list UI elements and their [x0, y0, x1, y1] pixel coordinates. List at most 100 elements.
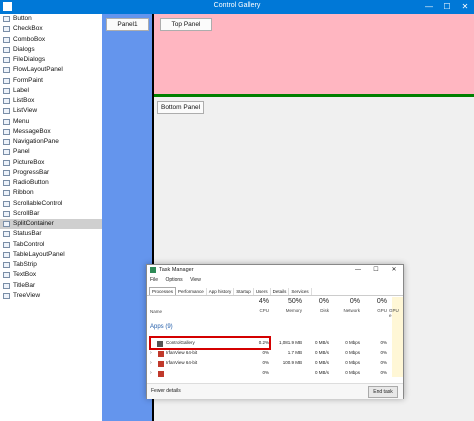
- sidebar-item[interactable]: TreeView: [0, 291, 102, 301]
- name-header[interactable]: Name: [150, 309, 162, 314]
- sidebar-item[interactable]: TabControl: [0, 240, 102, 250]
- sidebar-item[interactable]: StatusBar: [0, 229, 102, 239]
- sidebar-item-label: FlowLayoutPanel: [13, 66, 63, 74]
- sidebar-item[interactable]: ScrollableControl: [0, 199, 102, 209]
- sidebar-item[interactable]: Ribbon: [0, 188, 102, 198]
- tab-divider: [147, 295, 403, 296]
- sidebar-item[interactable]: Dialogs: [0, 45, 102, 55]
- sidebar-item[interactable]: ListView: [0, 106, 102, 116]
- network-header-pct[interactable]: 0%: [332, 298, 360, 305]
- sidebar-item-label: ListView: [13, 107, 38, 115]
- process-gpu-cell: 0%: [380, 360, 387, 365]
- sidebar-item-label: TabControl: [13, 240, 45, 248]
- control-icon: [3, 149, 10, 156]
- sidebar-item[interactable]: Panel: [0, 147, 102, 157]
- tm-close-button[interactable]: ✕: [385, 265, 403, 275]
- cpu-header-label[interactable]: CPU: [247, 308, 269, 313]
- menu-options[interactable]: Options: [165, 277, 182, 283]
- expand-chevron-icon[interactable]: ›: [150, 360, 152, 366]
- process-row[interactable]: › 0% 0 MB/s 0 Mbps 0%: [147, 369, 403, 379]
- gpu-header-pct[interactable]: 0%: [363, 298, 387, 305]
- sidebar-item-label: ScrollableControl: [13, 199, 63, 207]
- sidebar-item-label: Button: [13, 15, 32, 22]
- tm-tabs: Processes Performance App history Startup Us…: [149, 287, 312, 296]
- control-list-items: Button CheckBox ComboBox Dialogs FileDialogs…: [0, 14, 102, 301]
- process-row[interactable]: › IrfanView 64-bit 0% 100.9 MB 0 MB/s 0 Mbps 0…: [147, 359, 403, 369]
- sidebar-item[interactable]: ScrollBar: [0, 209, 102, 219]
- process-icon: [158, 351, 164, 357]
- process-disk-cell: 0 MB/s: [314, 350, 329, 355]
- process-row[interactable]: › IrfanView 64-bit 0% 1.7 MB 0 MB/s 0 Mbps 0%: [147, 349, 403, 359]
- gpu-header-label[interactable]: GPU: [363, 308, 387, 313]
- fewer-details-link[interactable]: Fewer details: [151, 388, 181, 394]
- sidebar-item-label: ComboBox: [13, 35, 46, 43]
- sidebar-item-label: NavigationPane: [13, 138, 59, 145]
- bottom-panel-button[interactable]: Bottom Panel: [157, 101, 204, 114]
- sidebar-item[interactable]: Menu: [0, 117, 102, 127]
- control-list: Button CheckBox ComboBox Dialogs FileDialogs…: [0, 14, 102, 421]
- sidebar-item[interactable]: ListBox: [0, 96, 102, 106]
- process-cpu-cell: 0%: [262, 350, 269, 355]
- cpu-header-pct[interactable]: 4%: [247, 298, 269, 305]
- maximize-button[interactable]: ☐: [438, 0, 456, 14]
- sidebar-item[interactable]: CheckBox: [0, 24, 102, 34]
- sidebar-item-label: TabStrip: [13, 261, 37, 268]
- control-icon: [3, 36, 10, 43]
- process-memory-cell: 1.7 MB: [287, 350, 302, 355]
- sidebar-item[interactable]: NavigationPane: [0, 137, 102, 147]
- control-icon: [3, 262, 10, 268]
- control-icon: [3, 180, 10, 186]
- sidebar-item[interactable]: Button: [0, 14, 102, 24]
- menu-file[interactable]: File: [150, 277, 158, 283]
- sidebar-item[interactable]: TitleBar: [0, 281, 102, 291]
- sidebar-item[interactable]: TableLayoutPanel: [0, 250, 102, 260]
- sidebar-item[interactable]: SplitContainer: [0, 219, 102, 230]
- process-name: IrfanView 64-bit: [166, 360, 198, 365]
- sidebar-item[interactable]: RadioButton: [0, 178, 102, 188]
- sidebar-item-label: TextBox: [13, 271, 37, 279]
- sidebar-item[interactable]: FormPaint: [0, 76, 102, 86]
- sidebar-item-label: Label: [13, 86, 29, 94]
- horizontal-splitter[interactable]: [154, 94, 474, 97]
- process-cpu-cell: 0%: [262, 370, 269, 375]
- sidebar-item[interactable]: TextBox: [0, 270, 102, 280]
- tm-minimize-button[interactable]: —: [349, 265, 367, 275]
- sidebar-item[interactable]: FlowLayoutPanel: [0, 65, 102, 75]
- tm-maximize-button[interactable]: ☐: [367, 265, 385, 275]
- sidebar-item[interactable]: TabStrip: [0, 260, 102, 270]
- gpu-engine-header-label[interactable]: GPU e: [389, 308, 401, 318]
- expand-chevron-icon[interactable]: ›: [150, 350, 152, 356]
- sidebar-item[interactable]: ProgressBar: [0, 168, 102, 178]
- process-icon: [158, 361, 164, 367]
- sidebar-item[interactable]: FileDialogs: [0, 55, 102, 65]
- minimize-button[interactable]: —: [420, 0, 438, 14]
- tm-footer: Fewer details End task: [147, 383, 403, 399]
- end-task-button[interactable]: End task: [368, 386, 398, 398]
- process-memory-cell: 1,081.9 MB: [278, 340, 302, 345]
- sidebar-item-label: ScrollBar: [13, 209, 40, 217]
- sidebar-item-label: PictureBox: [13, 158, 45, 166]
- window-title: Control Gallery: [213, 2, 261, 9]
- control-icon: [3, 210, 10, 217]
- panel1-button[interactable]: Panel1: [106, 18, 149, 31]
- menu-view[interactable]: View: [190, 277, 201, 283]
- disk-header-label[interactable]: Disk: [305, 308, 329, 313]
- disk-header-pct[interactable]: 0%: [305, 298, 329, 305]
- sidebar-item[interactable]: MessageBox: [0, 127, 102, 137]
- task-manager-icon: [150, 267, 156, 273]
- memory-header-label[interactable]: Memory: [272, 308, 302, 313]
- sidebar-item[interactable]: ComboBox: [0, 35, 102, 45]
- sidebar-item[interactable]: Label: [0, 86, 102, 96]
- expand-chevron-icon[interactable]: ›: [150, 370, 152, 376]
- process-disk-cell: 0 MB/s: [314, 340, 329, 345]
- close-button[interactable]: ✕: [456, 0, 474, 14]
- top-panel-button[interactable]: Top Panel: [160, 18, 212, 31]
- control-icon: [3, 200, 10, 207]
- network-header-label[interactable]: Network: [332, 308, 360, 313]
- memory-header-pct[interactable]: 50%: [272, 298, 302, 305]
- sidebar-item[interactable]: PictureBox: [0, 158, 102, 168]
- control-icon: [3, 241, 10, 248]
- sidebar-item-label: ListBox: [13, 97, 35, 104]
- sidebar-item-label: TableLayoutPanel: [13, 250, 65, 258]
- control-icon: [3, 57, 10, 63]
